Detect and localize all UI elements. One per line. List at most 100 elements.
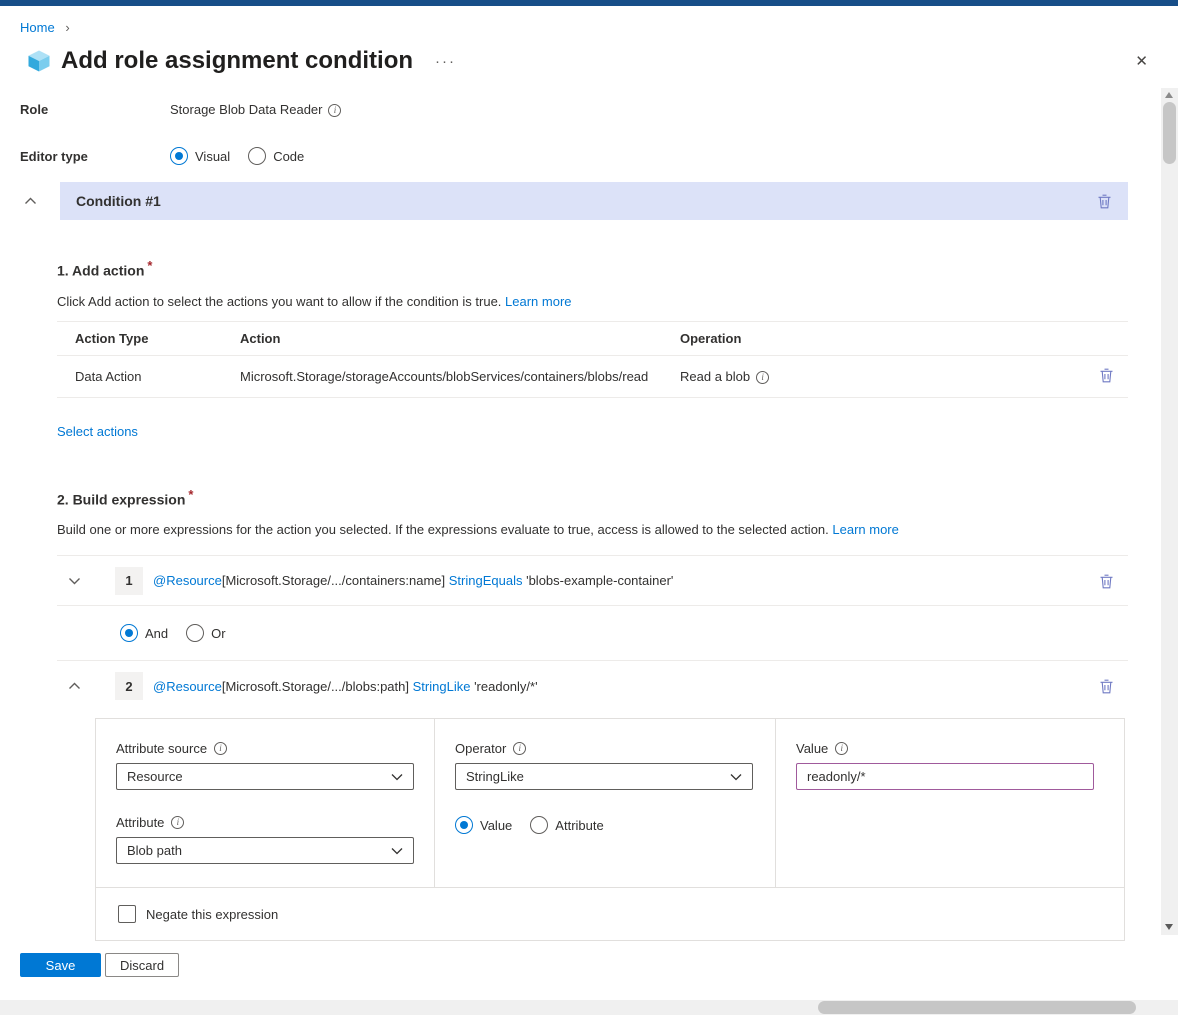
role-info-icon[interactable] bbox=[328, 104, 341, 117]
operator-dropdown[interactable]: StringLike bbox=[455, 763, 753, 790]
expression-1-resource-link[interactable]: @Resource bbox=[153, 573, 222, 588]
vertical-scrollbar[interactable] bbox=[1161, 88, 1178, 935]
discard-button[interactable]: Discard bbox=[105, 953, 179, 977]
select-actions-link[interactable]: Select actions bbox=[57, 424, 138, 439]
close-button[interactable]: ✕ bbox=[1131, 48, 1152, 74]
attribute-source-label-row: Attribute source bbox=[116, 741, 414, 756]
expression-2-chevron-up-icon[interactable] bbox=[57, 682, 115, 690]
radio-label: Or bbox=[211, 626, 225, 641]
delete-expression-1-trash-icon[interactable] bbox=[1099, 573, 1114, 589]
value-input[interactable] bbox=[796, 763, 1094, 790]
column-header-action: Action bbox=[222, 321, 662, 355]
build-expression-learn-more-link[interactable]: Learn more bbox=[832, 522, 898, 537]
expression-1-value: 'blobs-example-container' bbox=[526, 573, 673, 588]
build-expression-heading-text: 2. Build expression bbox=[57, 491, 185, 507]
operation-info-icon[interactable] bbox=[756, 371, 769, 384]
expression-1-chevron-down-icon[interactable] bbox=[57, 577, 115, 585]
build-expression-heading: 2. Build expression* bbox=[57, 487, 1128, 508]
vertical-scroll-thumb[interactable] bbox=[1163, 102, 1176, 164]
required-asterisk: * bbox=[188, 487, 193, 502]
column-header-delete bbox=[1081, 321, 1128, 355]
condition-header-bar[interactable]: Condition #1 bbox=[60, 182, 1128, 220]
expression-row-2: 2 @Resource[Microsoft.Storage/.../blobs:… bbox=[57, 661, 1128, 711]
expression-2-path: [Microsoft.Storage/.../blobs:path] bbox=[222, 679, 409, 694]
attribute-column: Attribute source Resource Attribute Blob… bbox=[96, 719, 435, 887]
expression-list: 1 @Resource[Microsoft.Storage/.../contai… bbox=[57, 555, 1128, 711]
cell-action-type: Data Action bbox=[57, 355, 222, 397]
chevron-down-icon bbox=[391, 847, 403, 855]
attribute-info-icon[interactable] bbox=[171, 816, 184, 829]
expression-1-index: 1 bbox=[115, 567, 143, 595]
value-info-icon[interactable] bbox=[835, 742, 848, 755]
role-label: Role bbox=[20, 102, 170, 117]
expression-2-operator-link[interactable]: StringLike bbox=[413, 679, 471, 694]
negate-checkbox[interactable] bbox=[118, 905, 136, 923]
logical-operator-row: And Or bbox=[57, 606, 1128, 661]
breadcrumb-separator-icon: › bbox=[65, 20, 69, 35]
blade-header: Add role assignment condition ··· ✕ bbox=[27, 46, 1178, 76]
attribute-selected-value: Blob path bbox=[127, 843, 182, 858]
attribute-source-dropdown[interactable]: Resource bbox=[116, 763, 414, 790]
breadcrumb: Home › bbox=[0, 6, 1178, 36]
radio-icon bbox=[186, 624, 204, 642]
value-label: Value bbox=[796, 741, 828, 756]
delete-condition-trash-icon[interactable] bbox=[1097, 193, 1112, 209]
radio-label: Code bbox=[273, 149, 304, 164]
column-header-action-type: Action Type bbox=[57, 321, 222, 355]
operator-label: Operator bbox=[455, 741, 506, 756]
breadcrumb-home-link[interactable]: Home bbox=[20, 20, 55, 35]
expression-1-summary: @Resource[Microsoft.Storage/.../containe… bbox=[153, 573, 673, 588]
horizontal-scroll-thumb[interactable] bbox=[818, 1001, 1136, 1014]
horizontal-scrollbar[interactable] bbox=[0, 1000, 1178, 1015]
operation-text: Read a blob bbox=[680, 369, 750, 384]
operator-info-icon[interactable] bbox=[513, 742, 526, 755]
operator-type-radios: Value Attribute bbox=[455, 816, 755, 834]
add-role-assignment-condition-blade: Home › Add role assignment condition ···… bbox=[0, 0, 1178, 1017]
resource-cube-icon bbox=[27, 49, 51, 73]
radio-icon bbox=[455, 816, 473, 834]
editor-type-code-radio[interactable]: Code bbox=[248, 147, 304, 165]
expression-editor-panel: Attribute source Resource Attribute Blob… bbox=[95, 718, 1125, 888]
expression-1-path: [Microsoft.Storage/.../containers:name] bbox=[222, 573, 445, 588]
operator-type-value-radio[interactable]: Value bbox=[455, 816, 512, 834]
cell-delete bbox=[1081, 355, 1128, 397]
footer-actions: Save Discard bbox=[20, 953, 179, 977]
condition-body: 1. Add action* Click Add action to selec… bbox=[0, 258, 1178, 941]
attribute-source-info-icon[interactable] bbox=[214, 742, 227, 755]
editor-type-label: Editor type bbox=[20, 149, 170, 164]
logical-or-radio[interactable]: Or bbox=[186, 624, 225, 642]
build-expression-description-text: Build one or more expressions for the ac… bbox=[57, 522, 829, 537]
expression-1-operator-link[interactable]: StringEquals bbox=[449, 573, 523, 588]
scroll-up-arrow-icon[interactable] bbox=[1165, 92, 1173, 98]
delete-expression-2-trash-icon[interactable] bbox=[1099, 678, 1114, 694]
attribute-dropdown[interactable]: Blob path bbox=[116, 837, 414, 864]
attribute-label: Attribute bbox=[116, 815, 164, 830]
add-action-heading-text: 1. Add action bbox=[57, 263, 144, 279]
cell-operation: Read a blob bbox=[662, 355, 1081, 397]
delete-action-trash-icon[interactable] bbox=[1099, 367, 1114, 383]
role-value: Storage Blob Data Reader bbox=[170, 102, 322, 117]
editor-type-visual-radio[interactable]: Visual bbox=[170, 147, 230, 165]
expression-2-summary: @Resource[Microsoft.Storage/.../blobs:pa… bbox=[153, 679, 538, 694]
add-action-heading: 1. Add action* bbox=[57, 258, 1128, 279]
expression-2-resource-link[interactable]: @Resource bbox=[153, 679, 222, 694]
editor-type-row: Editor type Visual Code bbox=[0, 146, 1178, 166]
chevron-down-icon bbox=[730, 773, 742, 781]
operator-type-attribute-radio[interactable]: Attribute bbox=[530, 816, 603, 834]
page-title: Add role assignment condition bbox=[61, 47, 413, 75]
radio-label: Value bbox=[480, 818, 512, 833]
chevron-down-icon bbox=[391, 773, 403, 781]
expression-2-index: 2 bbox=[115, 672, 143, 700]
radio-icon bbox=[120, 624, 138, 642]
add-action-learn-more-link[interactable]: Learn more bbox=[505, 294, 571, 309]
more-options-button[interactable]: ··· bbox=[431, 50, 460, 73]
logical-and-radio[interactable]: And bbox=[120, 624, 168, 642]
save-button[interactable]: Save bbox=[20, 953, 101, 977]
expression-2-value: 'readonly/*' bbox=[474, 679, 538, 694]
actions-table-header-row: Action Type Action Operation bbox=[57, 321, 1128, 355]
scroll-down-arrow-icon[interactable] bbox=[1165, 924, 1173, 930]
negate-label: Negate this expression bbox=[146, 907, 278, 922]
negate-expression-row: Negate this expression bbox=[95, 888, 1125, 941]
operator-selected-value: StringLike bbox=[466, 769, 524, 784]
condition-collapse-chevron-up-icon[interactable] bbox=[0, 197, 60, 205]
